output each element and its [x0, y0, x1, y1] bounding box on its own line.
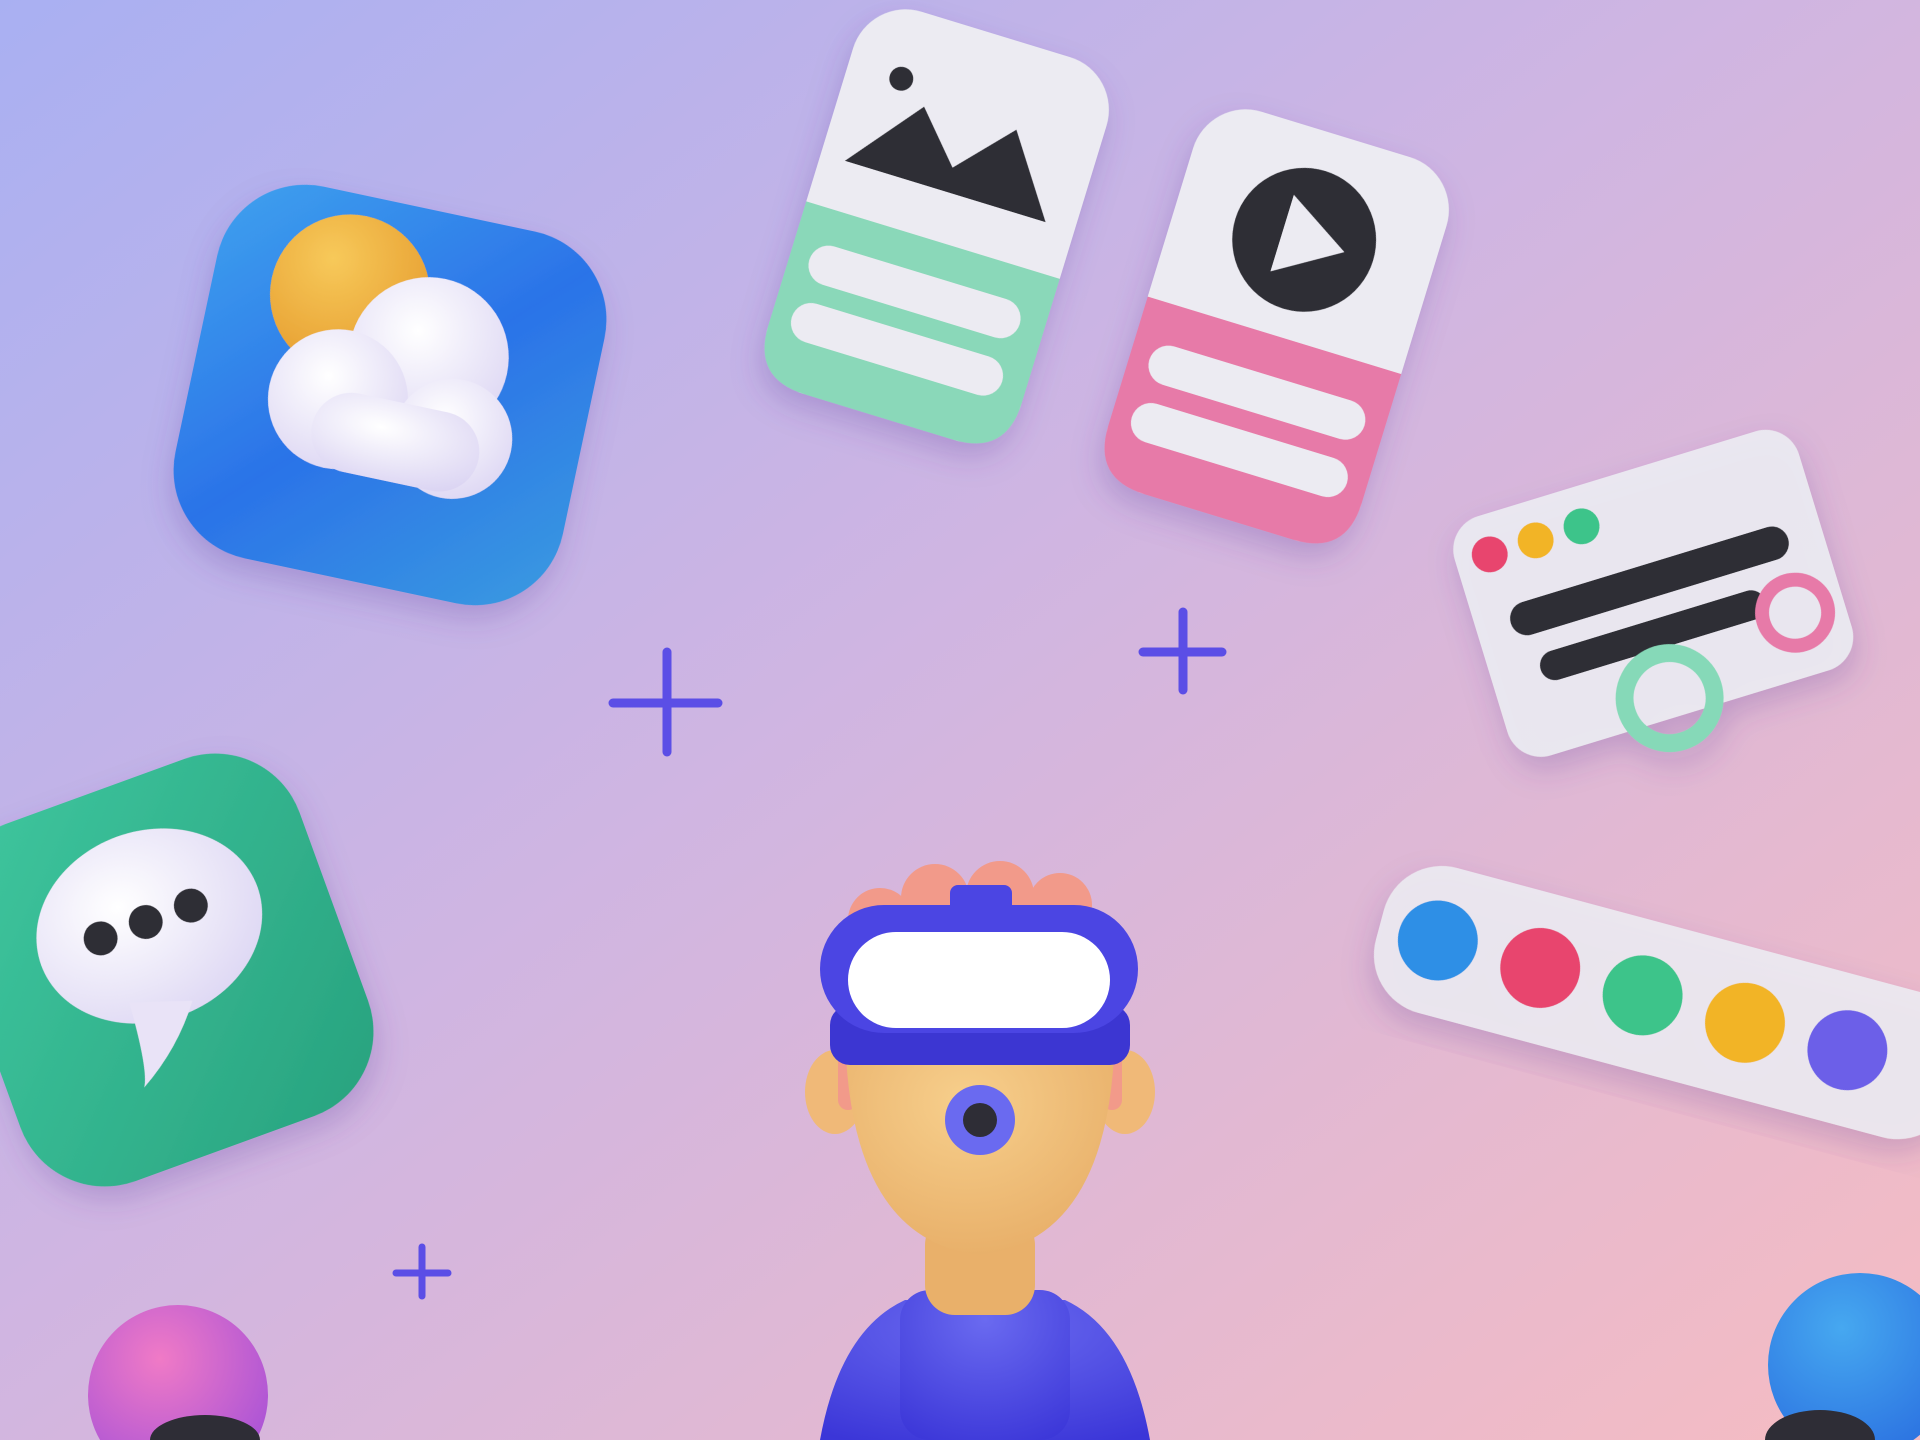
vr-headset-icon — [820, 885, 1138, 1065]
scene — [0, 0, 1920, 1440]
scene-illustration — [0, 0, 1920, 1440]
